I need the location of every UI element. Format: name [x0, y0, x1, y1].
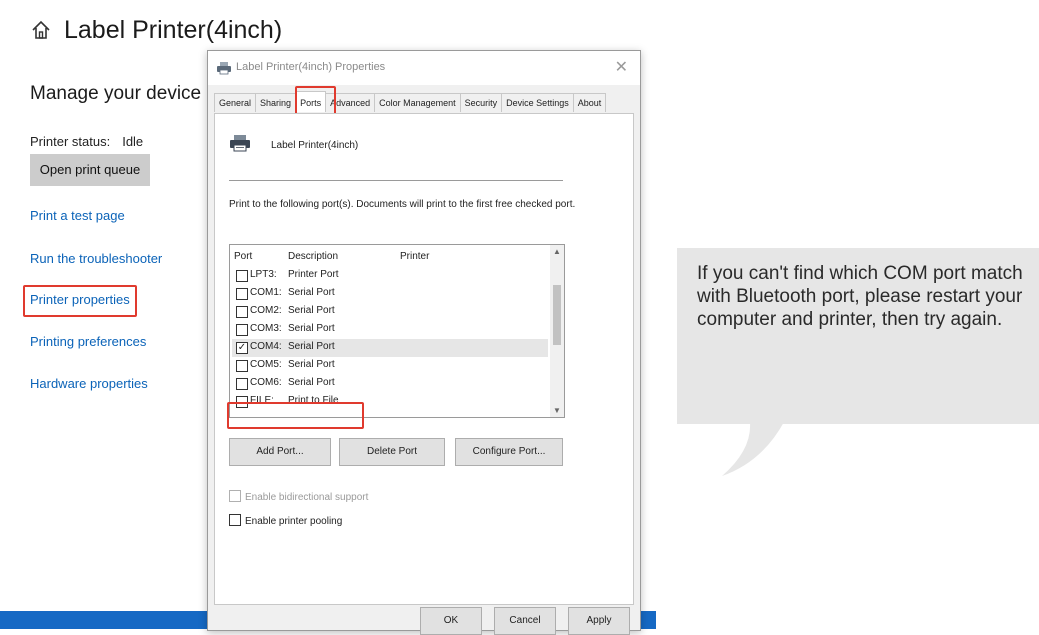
status-value: Idle — [122, 134, 144, 149]
port-checkbox[interactable] — [236, 306, 248, 318]
port-name: COM3: — [250, 323, 282, 334]
port-row-com4[interactable]: ✓ COM4: Serial Port — [232, 339, 548, 357]
home-icon[interactable] — [30, 19, 52, 41]
port-row-com5[interactable]: COM5: Serial Port — [232, 357, 548, 375]
printer-status: Printer status: Idle — [30, 134, 143, 149]
port-description: Printer Port — [288, 269, 339, 280]
port-checkbox[interactable] — [236, 288, 248, 300]
port-checkbox[interactable] — [236, 378, 248, 390]
apply-button[interactable]: Apply — [568, 607, 630, 635]
dialog-titlebar[interactable]: Label Printer(4inch) Properties ✕ — [208, 51, 640, 85]
configure-port-button[interactable]: Configure Port... — [455, 438, 563, 466]
port-row-com6[interactable]: COM6: Serial Port — [232, 375, 548, 393]
port-description: Serial Port — [288, 377, 335, 388]
ports-panel: Label Printer(4inch) Print to the follow… — [214, 113, 634, 605]
close-icon[interactable]: ✕ — [615, 57, 628, 77]
taskbar — [0, 611, 210, 629]
scroll-thumb[interactable] — [553, 285, 561, 345]
manage-heading: Manage your device — [30, 83, 202, 104]
tab-device-settings[interactable]: Device Settings — [501, 93, 574, 112]
printer-icon — [217, 62, 231, 75]
checkbox-box — [229, 490, 241, 502]
port-row-com3[interactable]: COM3: Serial Port — [232, 321, 548, 339]
pooling-label: Enable printer pooling — [245, 516, 343, 527]
port-name: LPT3: — [250, 269, 277, 280]
print-test-page-link[interactable]: Print a test page — [30, 208, 125, 223]
header-port[interactable]: Port — [234, 251, 252, 262]
callout-tail — [722, 422, 784, 476]
port-description: Serial Port — [288, 359, 335, 370]
page-title: Label Printer(4inch) — [64, 15, 283, 44]
tab-bar: General Sharing Ports Advanced Color Man… — [214, 91, 607, 113]
printer-properties-dialog: Label Printer(4inch) Properties ✕ Genera… — [207, 50, 641, 635]
status-label: Printer status: — [30, 134, 111, 149]
printer-name: Label Printer(4inch) — [271, 140, 359, 151]
hardware-properties-link[interactable]: Hardware properties — [30, 376, 148, 391]
add-port-button[interactable]: Add Port... — [229, 438, 331, 466]
header-description[interactable]: Description — [288, 251, 338, 262]
tab-security[interactable]: Security — [459, 93, 503, 112]
port-instructions: Print to the following port(s). Document… — [229, 199, 576, 210]
bidirectional-support-checkbox: Enable bidirectional support — [229, 490, 368, 503]
port-row-lpt3[interactable]: LPT3: Printer Port — [232, 267, 548, 285]
scroll-up-icon[interactable]: ▲ — [553, 247, 561, 256]
port-row-com1[interactable]: COM1: Serial Port — [232, 285, 548, 303]
bidirectional-label: Enable bidirectional support — [245, 492, 369, 503]
ok-button[interactable]: OK — [420, 607, 482, 635]
taskbar-edge — [640, 611, 656, 629]
page-header: Label Printer(4inch) — [30, 12, 282, 48]
cancel-button[interactable]: Cancel — [494, 607, 556, 635]
port-description: Serial Port — [288, 305, 335, 316]
port-name: COM2: — [250, 305, 282, 316]
tab-general[interactable]: General — [214, 93, 257, 112]
com4-highlight — [227, 402, 364, 429]
port-description: Serial Port — [288, 287, 335, 298]
printing-preferences-link[interactable]: Printing preferences — [30, 334, 146, 349]
printer-large-icon — [230, 135, 250, 152]
port-list[interactable]: Port Description Printer LPT3: Printer P… — [229, 244, 565, 418]
port-checkbox[interactable] — [236, 270, 248, 282]
delete-port-button[interactable]: Delete Port — [339, 438, 445, 466]
port-checkbox[interactable] — [236, 324, 248, 336]
open-print-queue-button[interactable]: Open print queue — [30, 154, 150, 186]
port-checkbox-checked[interactable]: ✓ — [236, 342, 248, 354]
tab-color-management[interactable]: Color Management — [374, 93, 461, 112]
printer-pooling-checkbox[interactable]: Enable printer pooling — [229, 514, 342, 527]
tip-text: If you can't find which COM port match w… — [697, 263, 1023, 330]
port-name: COM4: — [250, 341, 282, 352]
port-description: Serial Port — [288, 323, 335, 334]
port-list-scrollbar[interactable]: ▲ ▼ — [550, 245, 564, 417]
dialog-title: Label Printer(4inch) Properties — [236, 61, 386, 73]
printer-properties-highlight — [23, 285, 137, 317]
port-description: Serial Port — [288, 341, 335, 352]
divider — [229, 180, 563, 181]
port-name: COM5: — [250, 359, 282, 370]
port-name: COM1: — [250, 287, 282, 298]
port-row-com2[interactable]: COM2: Serial Port — [232, 303, 548, 321]
port-name: COM6: — [250, 377, 282, 388]
header-printer[interactable]: Printer — [400, 251, 429, 262]
tab-about[interactable]: About — [572, 93, 607, 112]
tab-sharing[interactable]: Sharing — [255, 93, 297, 112]
scroll-down-icon[interactable]: ▼ — [553, 406, 561, 415]
port-checkbox[interactable] — [236, 360, 248, 372]
troubleshooter-link[interactable]: Run the troubleshooter — [30, 251, 162, 266]
checkbox-box[interactable] — [229, 514, 241, 526]
